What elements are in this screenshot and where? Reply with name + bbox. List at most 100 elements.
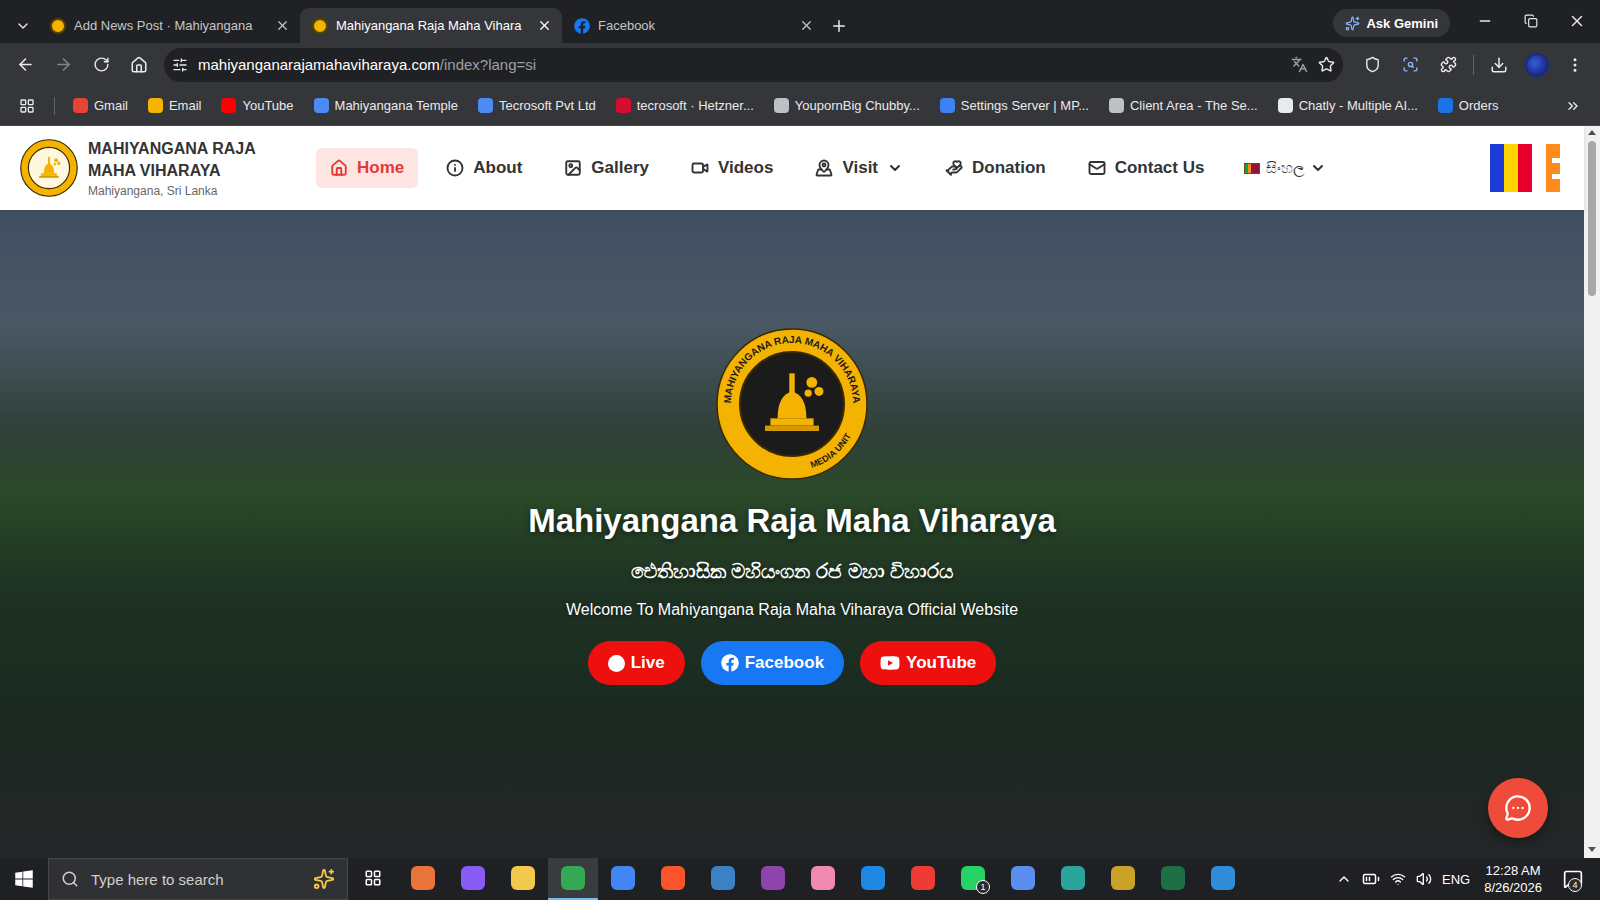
start-button[interactable]	[0, 858, 48, 900]
taskbar-search[interactable]: Type here to search	[48, 858, 348, 900]
temple-logo-icon: MAHIYANGANA RAJA MAHA VIHARAYAMEDIA UNIT	[716, 328, 868, 480]
clock[interactable]: 12:28 AM8/26/2026	[1480, 862, 1546, 896]
tab-search-button[interactable]	[8, 9, 38, 43]
temple-logo-icon[interactable]	[20, 139, 78, 197]
ask-gemini-button[interactable]: Ask Gemini	[1333, 9, 1450, 37]
nav-item[interactable]: Videos	[677, 148, 787, 188]
extensions-button[interactable]	[1431, 48, 1465, 82]
taskbar-app[interactable]	[998, 858, 1048, 900]
address-bar[interactable]: mahiyanganarajamahaviharaya.com/index?la…	[164, 48, 1343, 82]
youtube-button[interactable]: YouTube	[860, 641, 996, 685]
apps-button[interactable]	[10, 89, 44, 123]
close-icon[interactable]	[275, 18, 290, 33]
hero-title: Mahiyangana Raja Maha Viharaya	[528, 502, 1056, 540]
translate-icon[interactable]	[1291, 56, 1308, 73]
battery-icon[interactable]	[1362, 870, 1380, 888]
scroll-down-icon[interactable]	[1588, 847, 1596, 852]
new-tab-button[interactable]	[824, 9, 854, 43]
chevron-up-icon[interactable]	[1336, 871, 1352, 887]
browser-tab[interactable]: Mahiyangana Raja Maha Vihara	[300, 8, 562, 43]
taskbar-app[interactable]	[1048, 858, 1098, 900]
taskbar-app[interactable]	[698, 858, 748, 900]
nav-icon	[564, 159, 582, 177]
main-nav: Home About Gallery Videos Visit Donation Conta…	[316, 148, 1338, 188]
bookmark[interactable]: Orders	[1430, 94, 1507, 117]
scroll-up-icon[interactable]	[1588, 130, 1596, 135]
svg-text:MEDIA UNIT: MEDIA UNIT	[809, 431, 853, 470]
browser-tab[interactable]: Facebook	[562, 8, 824, 43]
profile-button[interactable]	[1520, 48, 1554, 82]
forward-button[interactable]	[46, 48, 80, 82]
browser-tab[interactable]: Add News Post · Mahiyangana	[38, 8, 300, 43]
more-bookmarks-button[interactable]	[1556, 89, 1590, 123]
bookmark[interactable]: Settings Server | MP...	[932, 94, 1097, 117]
back-button[interactable]	[8, 48, 42, 82]
live-button[interactable]: Live	[588, 641, 685, 685]
nav-item[interactable]: Gallery	[550, 148, 663, 188]
taskbar-app[interactable]: 1	[948, 858, 998, 900]
menu-button[interactable]	[1558, 48, 1592, 82]
tab-strip: Add News Post · MahiyanganaMahiyangana R…	[0, 0, 1600, 43]
bookmark-star-icon[interactable]	[1318, 56, 1335, 73]
reload-button[interactable]	[84, 48, 118, 82]
taskbar-app[interactable]	[1098, 858, 1148, 900]
site-info-icon[interactable]	[172, 57, 188, 73]
nav-item[interactable]: Donation	[931, 148, 1060, 188]
taskbar-app[interactable]	[398, 858, 448, 900]
system-tray: ENG 12:28 AM8/26/2026 4	[1336, 862, 1600, 896]
hero-section: MAHIYANGANA RAJA MAHA VIHARAYAMEDIA UNIT…	[0, 210, 1584, 858]
nav-item[interactable]: Visit	[801, 148, 917, 188]
favicon-icon	[574, 18, 590, 34]
favicon-icon	[478, 98, 493, 113]
close-icon[interactable]	[537, 18, 552, 33]
home-button[interactable]	[122, 48, 156, 82]
extension-button[interactable]	[1355, 48, 1389, 82]
bookmark[interactable]: Client Area - The Se...	[1101, 94, 1266, 117]
taskbar-app[interactable]	[798, 858, 848, 900]
chat-button[interactable]	[1488, 778, 1548, 838]
input-language[interactable]: ENG	[1442, 872, 1470, 887]
taskbar-app[interactable]	[548, 858, 598, 900]
caret-down-icon	[887, 160, 903, 176]
taskbar-app[interactable]	[748, 858, 798, 900]
task-view-button[interactable]	[348, 858, 398, 900]
downloads-button[interactable]	[1482, 48, 1516, 82]
restore-button[interactable]	[1508, 3, 1554, 39]
bookmark[interactable]: Gmail	[65, 94, 136, 117]
taskbar-app[interactable]	[648, 858, 698, 900]
notifications-button[interactable]: 4	[1556, 862, 1590, 896]
close-icon[interactable]	[799, 18, 814, 33]
minimize-button[interactable]	[1462, 3, 1508, 39]
bookmark[interactable]: YouTube	[213, 94, 301, 117]
facebook-button[interactable]: Facebook	[701, 641, 844, 685]
nav-item[interactable]: About	[432, 148, 536, 188]
language-selector[interactable]: සිංහල	[1232, 149, 1338, 187]
bookmark[interactable]: YoupornBig Chubby...	[766, 94, 928, 117]
taskbar-app[interactable]	[498, 858, 548, 900]
site-brand[interactable]: MAHIYANGANA RAJAMAHA VIHARAYAMahiyangana…	[20, 138, 316, 198]
nav-item[interactable]: Home	[316, 148, 418, 188]
taskbar-app[interactable]	[848, 858, 898, 900]
extension-button[interactable]	[1393, 48, 1427, 82]
bookmark[interactable]: Mahiyangana Temple	[306, 94, 466, 117]
wifi-icon[interactable]	[1390, 871, 1406, 887]
taskbar-app[interactable]	[1198, 858, 1248, 900]
bookmark[interactable]: Chatly - Multiple AI...	[1270, 94, 1426, 117]
bookmark[interactable]: Email	[140, 94, 210, 117]
taskbar-app[interactable]	[1148, 858, 1198, 900]
nav-icon	[330, 159, 348, 177]
bookmark[interactable]: tecrosoft · Hetzner...	[608, 94, 762, 117]
taskbar-app[interactable]	[598, 858, 648, 900]
app-badge: 1	[976, 880, 990, 894]
close-window-button[interactable]	[1554, 3, 1600, 39]
scrollbar[interactable]	[1584, 126, 1600, 858]
volume-icon[interactable]	[1416, 871, 1432, 887]
taskbar-app[interactable]	[898, 858, 948, 900]
search-icon	[61, 870, 79, 888]
site-header: MAHIYANGANA RAJAMAHA VIHARAYAMahiyangana…	[0, 126, 1584, 210]
hero-buttons: Live Facebook YouTube	[588, 641, 997, 685]
nav-item[interactable]: Contact Us	[1074, 148, 1219, 188]
scroll-thumb[interactable]	[1588, 141, 1596, 296]
taskbar-app[interactable]	[448, 858, 498, 900]
bookmark[interactable]: Tecrosoft Pvt Ltd	[470, 94, 604, 117]
